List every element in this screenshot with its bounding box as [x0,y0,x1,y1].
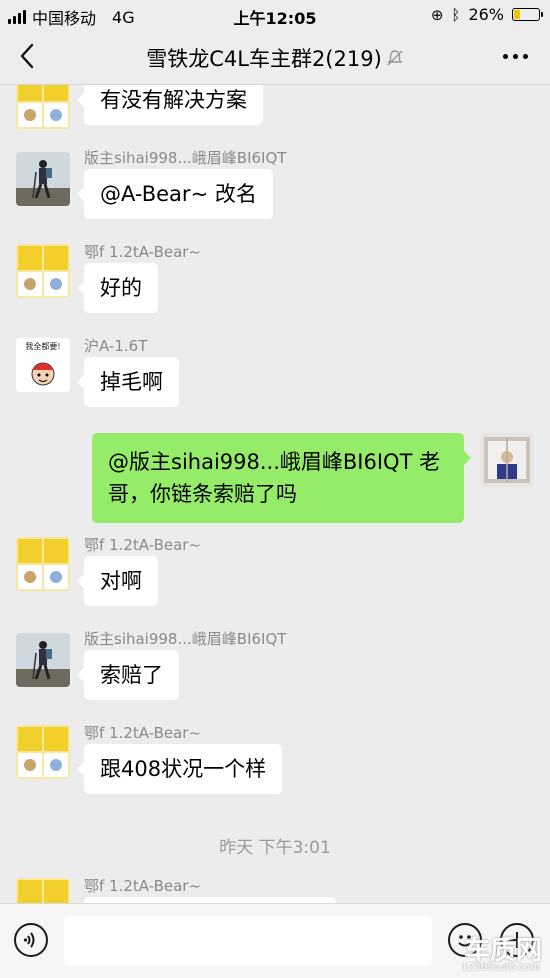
battery-percent: 26% [468,5,504,24]
message-bubble[interactable]: 有没有解决方案 [77,85,263,125]
sender-name: 沪A-1.6T [84,337,148,355]
more-options-icon[interactable] [503,54,528,59]
battery-icon [512,8,543,21]
avatar-hiker[interactable] [16,152,70,206]
status-right: ⊕ ᛒ 26% [430,5,543,24]
message-bubble[interactable]: 掉毛啊 [77,357,179,407]
chat-title: 雪铁龙C4L车主群2(219) [0,43,550,73]
message-input[interactable] [64,916,432,966]
message-bubble-outgoing[interactable]: @版主sihai998...峨眉峰BI6IQT 老哥，你链条索赔了吗 [92,433,471,523]
bluetooth-icon: ᛒ [451,5,461,24]
status-bar: 中国移动 4G 上午12:05 ⊕ ᛒ 26% [0,0,550,28]
voice-input-icon[interactable] [14,923,48,957]
avatar-yellow-collage[interactable] [16,725,70,779]
sender-name: 鄂f 1.2tA-Bear~ [84,877,202,895]
avatar-caption: 我全都要! [25,342,61,351]
avatar-hiker[interactable] [16,633,70,687]
sender-name: 鄂f 1.2tA-Bear~ [84,724,202,742]
avatar-yellow-collage[interactable] [16,244,70,298]
avatar-me[interactable] [480,433,534,487]
timestamp: 昨天 下午3:01 [219,838,331,858]
mute-bell-icon [386,48,404,72]
sender-name: 鄂f 1.2tA-Bear~ [84,243,202,261]
watermark-url: 12365auto.com [461,962,540,973]
message-bubble[interactable]: 索赔了 [77,650,179,700]
avatar-yellow-collage[interactable] [16,85,70,129]
sender-name: 鄂f 1.2tA-Bear~ [84,536,202,554]
message-bubble[interactable]: 跟408状况一个样 [76,744,283,794]
avatar-yellow-collage[interactable] [16,878,70,903]
nav-bar: 雪铁龙C4L车主群2(219) [0,28,550,85]
rotation-lock-icon: ⊕ [430,5,444,24]
avatar-cartoon[interactable]: 我全都要! [16,338,70,392]
message-bubble[interactable]: 好的 [77,263,158,313]
sender-name: 版主sihai998...峨眉峰BI6IQT [84,630,287,648]
avatar-yellow-collage[interactable] [16,537,70,591]
message-bubble[interactable]: 对啊 [77,556,158,606]
chat-area: 有没有解决方案 版主sihai998...峨眉峰BI6IQT @A-Bear~ … [0,85,550,903]
chat-title-text: 雪铁龙C4L车主群2(219) [146,47,382,71]
message-bubble[interactable]: @A-Bear~ 改名 [77,169,273,219]
sender-name: 版主sihai998...峨眉峰BI6IQT [84,149,287,167]
